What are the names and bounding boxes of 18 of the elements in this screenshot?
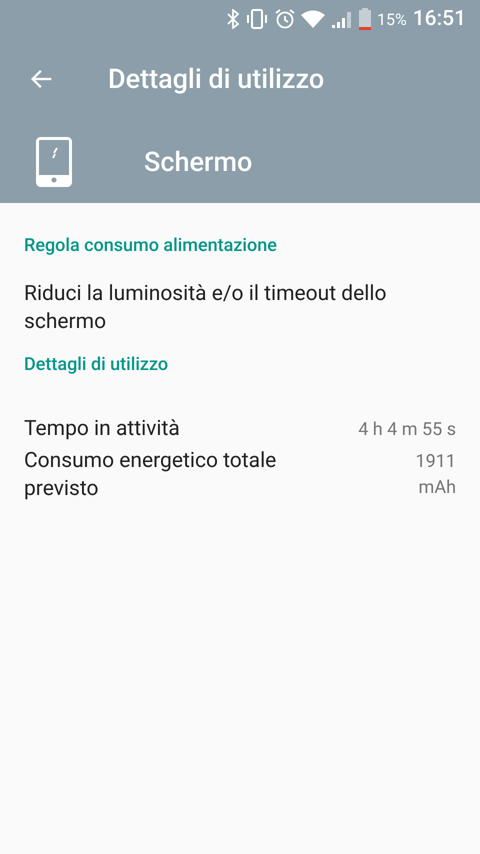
- section-header: Dettagli di utilizzo: [23, 353, 170, 375]
- clock: 16:51: [412, 7, 466, 31]
- bluetooth-icon: [227, 9, 240, 29]
- wifi-icon: [301, 10, 326, 28]
- section-header: Regola consumo alimentazione: [23, 234, 278, 256]
- detail-label: Consumo energetico totale previsto: [24, 448, 278, 503]
- app-header-title: Schermo: [144, 146, 252, 178]
- vibrate-icon: [245, 9, 270, 29]
- battery-percent: 15%: [377, 10, 407, 28]
- phone-icon: [36, 136, 72, 186]
- battery-icon: [359, 8, 372, 30]
- detail-value: 1911 mAh: [414, 450, 456, 500]
- setting-description[interactable]: Riduci la luminosità e/o il timeout dello schermo: [0, 256, 480, 336]
- toolbar-title: Dettagli di utilizzo: [108, 63, 324, 95]
- detail-value: 4 h 4 m 55 s: [358, 418, 456, 442]
- detail-label: Tempo in attività: [24, 416, 180, 443]
- signal-icon: [331, 10, 354, 28]
- alarm-icon: [275, 9, 296, 29]
